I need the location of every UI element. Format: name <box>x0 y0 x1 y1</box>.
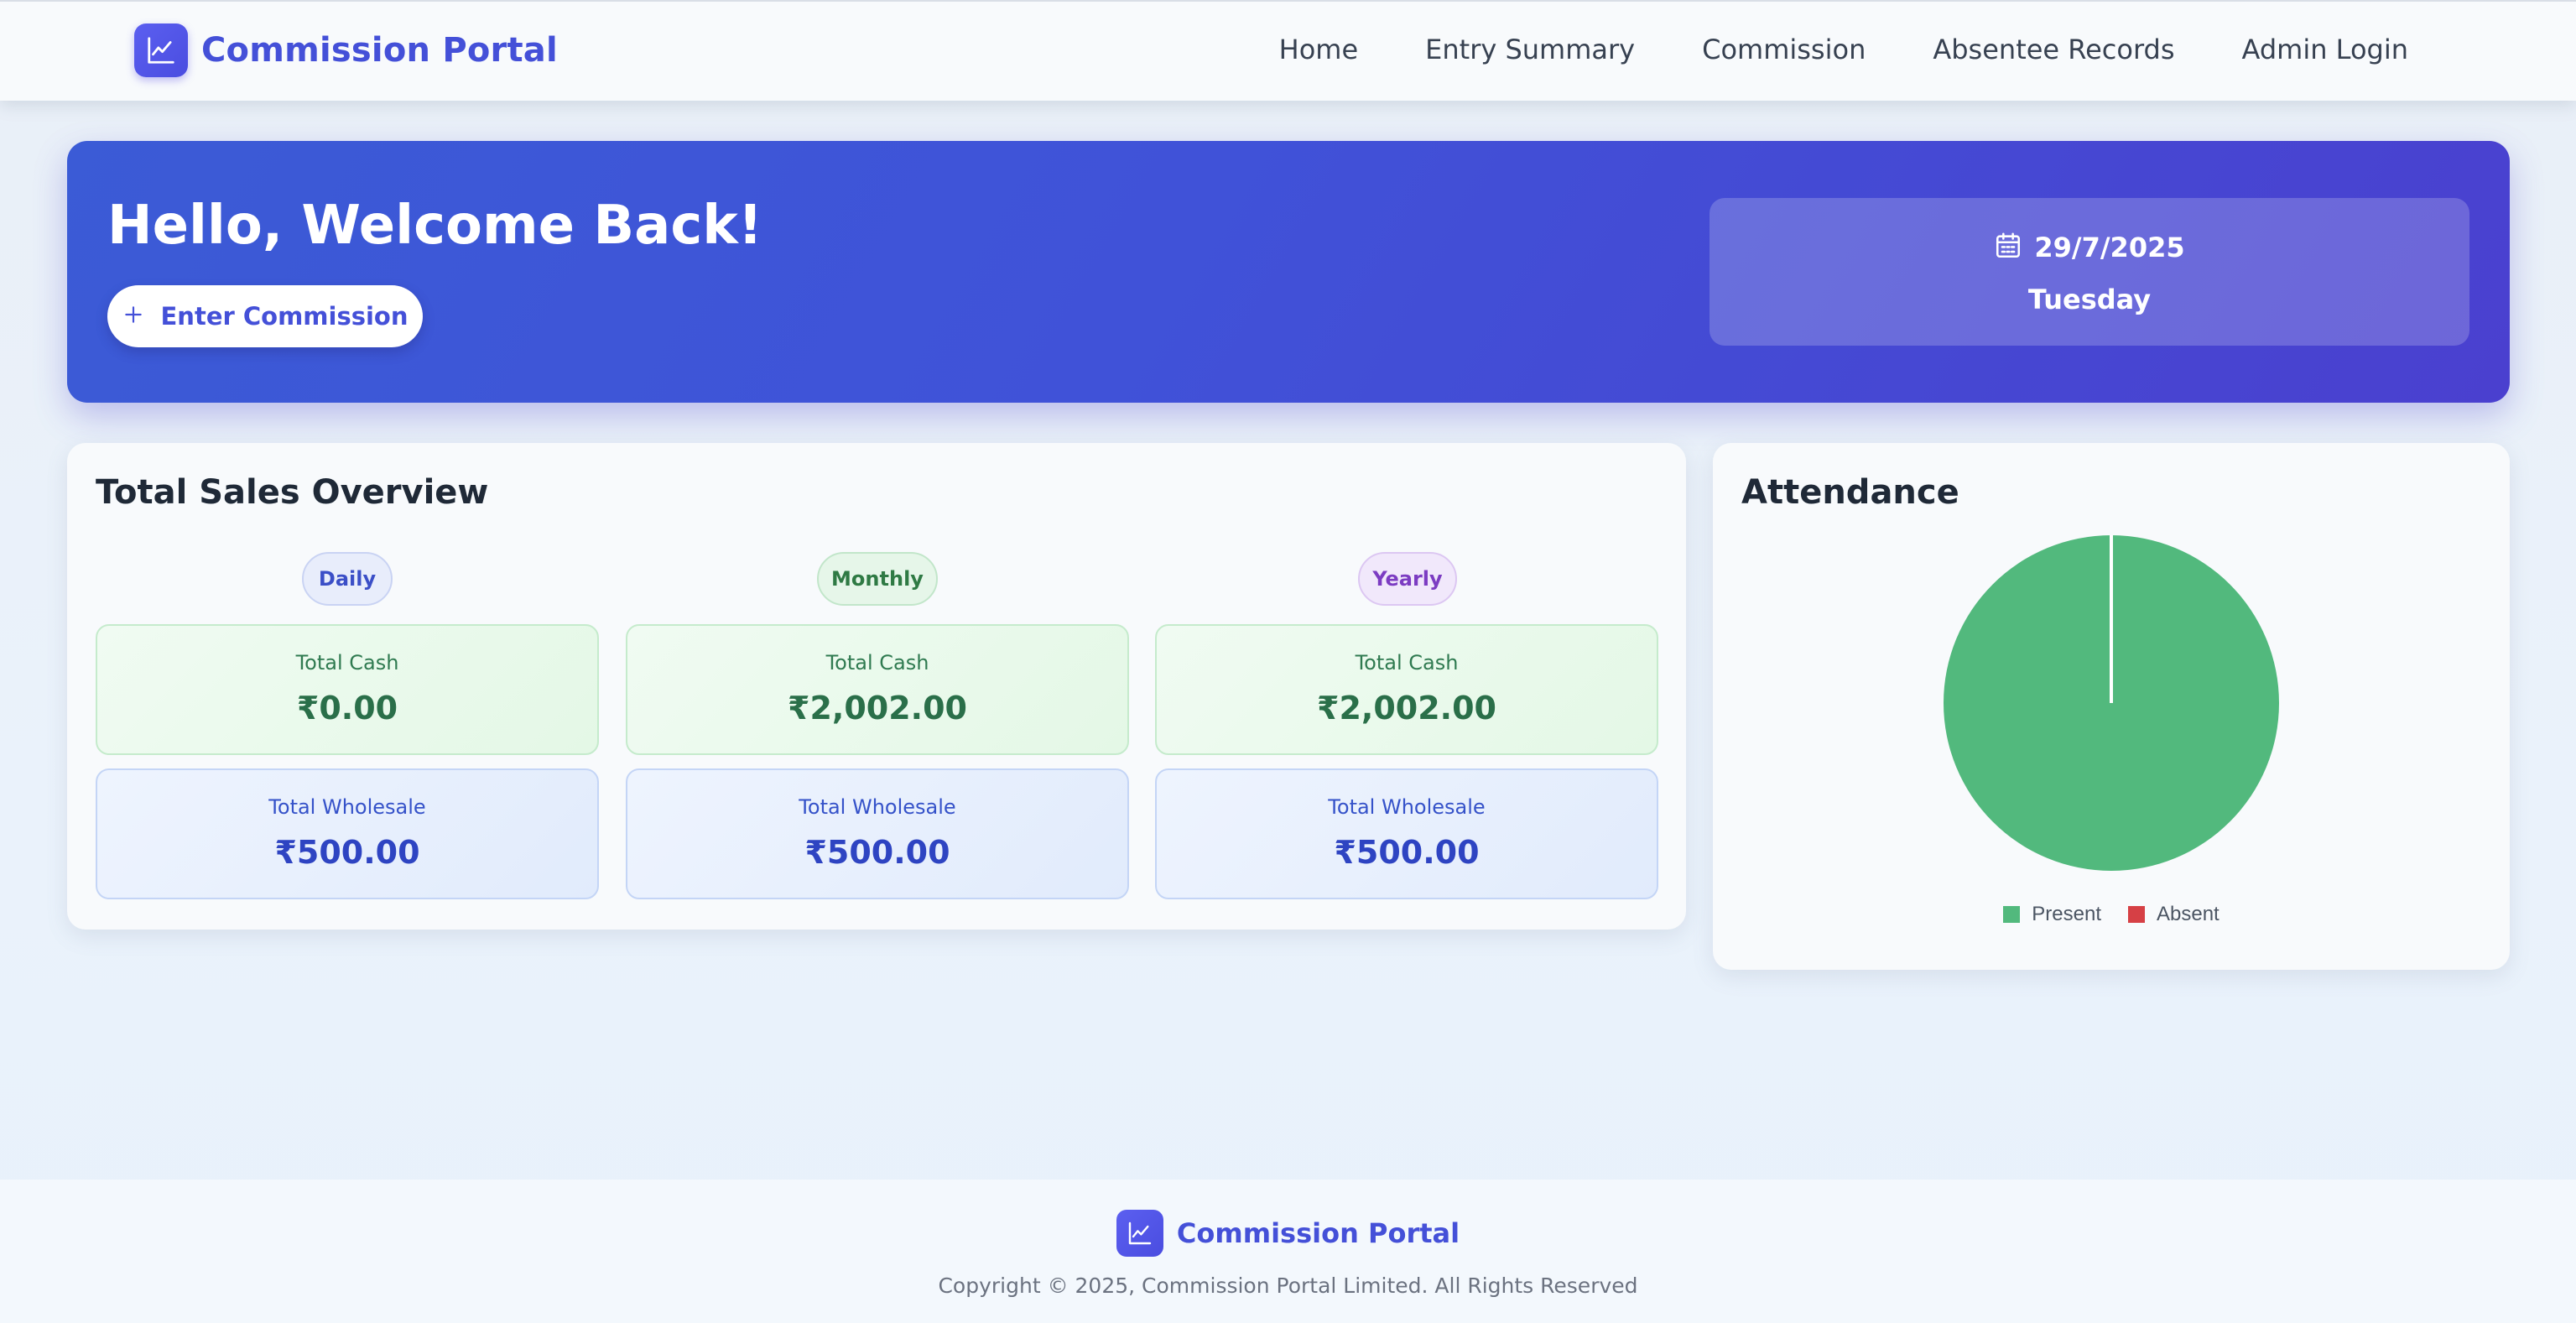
total-wholesale-tile: Total Wholesale ₹500.00 <box>626 768 1129 899</box>
pie-svg <box>1944 535 2279 871</box>
total-wholesale-tile: Total Wholesale ₹500.00 <box>1155 768 1658 899</box>
period-badge-daily: Daily <box>302 552 393 606</box>
footer-brand: Commission Portal <box>0 1210 2576 1257</box>
sales-overview-card: Total Sales Overview Daily Total Cash ₹0… <box>67 443 1686 930</box>
enter-commission-button[interactable]: Enter Commission <box>107 285 423 347</box>
total-cash-tile: Total Cash ₹2,002.00 <box>1155 624 1658 755</box>
total-cash-label: Total Cash <box>295 651 399 675</box>
legend-item-absent[interactable]: Absent <box>2128 903 2220 926</box>
chart-line-icon <box>1116 1210 1163 1257</box>
nav-link-admin-login[interactable]: Admin Login <box>2242 34 2408 65</box>
nav-link-home[interactable]: Home <box>1279 34 1359 65</box>
legend-label: Present <box>2032 903 2101 925</box>
total-wholesale-value: ₹500.00 <box>274 834 420 871</box>
period-badge-yearly: Yearly <box>1358 552 1457 606</box>
top-navbar: Commission Portal Home Entry Summary Com… <box>0 0 2576 101</box>
welcome-banner: Hello, Welcome Back! Enter Commission 29… <box>67 141 2510 403</box>
total-wholesale-tile: Total Wholesale ₹500.00 <box>96 768 599 899</box>
plus-icon <box>122 301 144 331</box>
calendar-icon <box>1994 232 2022 263</box>
attendance-card: Attendance Present Absent <box>1713 443 2510 970</box>
chart-legend: Present Absent <box>1713 903 2510 926</box>
total-cash-tile: Total Cash ₹0.00 <box>96 624 599 755</box>
current-day: Tuesday <box>2027 284 2152 315</box>
nav-link-absentee-records[interactable]: Absentee Records <box>1933 34 2174 65</box>
total-cash-value: ₹2,002.00 <box>788 690 967 727</box>
attendance-title: Attendance <box>1741 473 1959 512</box>
enter-commission-label: Enter Commission <box>160 302 409 331</box>
chart-line-icon <box>134 23 188 77</box>
total-cash-label: Total Cash <box>825 651 929 675</box>
welcome-heading: Hello, Welcome Back! <box>107 195 762 257</box>
total-wholesale-label: Total Wholesale <box>268 795 426 819</box>
daily-column: Daily Total Cash ₹0.00 Total Wholesale ₹… <box>96 552 599 904</box>
total-wholesale-label: Total Wholesale <box>1328 795 1486 819</box>
page-footer: Commission Portal Copyright © 2025, Comm… <box>0 1180 2576 1323</box>
brand-name: Commission Portal <box>201 31 558 70</box>
total-cash-label: Total Cash <box>1355 651 1459 675</box>
copyright-text: Copyright © 2025, Commission Portal Limi… <box>938 1274 1638 1298</box>
period-badge-monthly: Monthly <box>817 552 938 606</box>
legend-item-present[interactable]: Present <box>2003 903 2101 926</box>
monthly-column: Monthly Total Cash ₹2,002.00 Total Whole… <box>626 552 1129 904</box>
legend-swatch <box>2128 906 2145 923</box>
nav-link-entry-summary[interactable]: Entry Summary <box>1425 34 1635 65</box>
total-wholesale-label: Total Wholesale <box>799 795 956 819</box>
nav-link-commission[interactable]: Commission <box>1702 34 1866 65</box>
yearly-column: Yearly Total Cash ₹2,002.00 Total Wholes… <box>1155 552 1658 904</box>
total-cash-tile: Total Cash ₹2,002.00 <box>626 624 1129 755</box>
total-cash-value: ₹0.00 <box>296 690 398 727</box>
total-wholesale-value: ₹500.00 <box>804 834 950 871</box>
legend-label: Absent <box>2157 903 2220 925</box>
total-wholesale-value: ₹500.00 <box>1334 834 1480 871</box>
legend-swatch <box>2003 906 2021 923</box>
footer-brand-name: Commission Portal <box>1176 1217 1460 1249</box>
brand-logo[interactable]: Commission Portal <box>134 23 558 77</box>
nav-links: Home Entry Summary Commission Absentee R… <box>1212 34 2408 65</box>
current-date: 29/7/2025 <box>2034 232 2185 263</box>
total-cash-value: ₹2,002.00 <box>1317 690 1496 727</box>
date-card: 29/7/2025 Tuesday <box>1710 198 2469 346</box>
sales-overview-title: Total Sales Overview <box>96 473 489 512</box>
attendance-pie-chart <box>1713 535 2510 888</box>
